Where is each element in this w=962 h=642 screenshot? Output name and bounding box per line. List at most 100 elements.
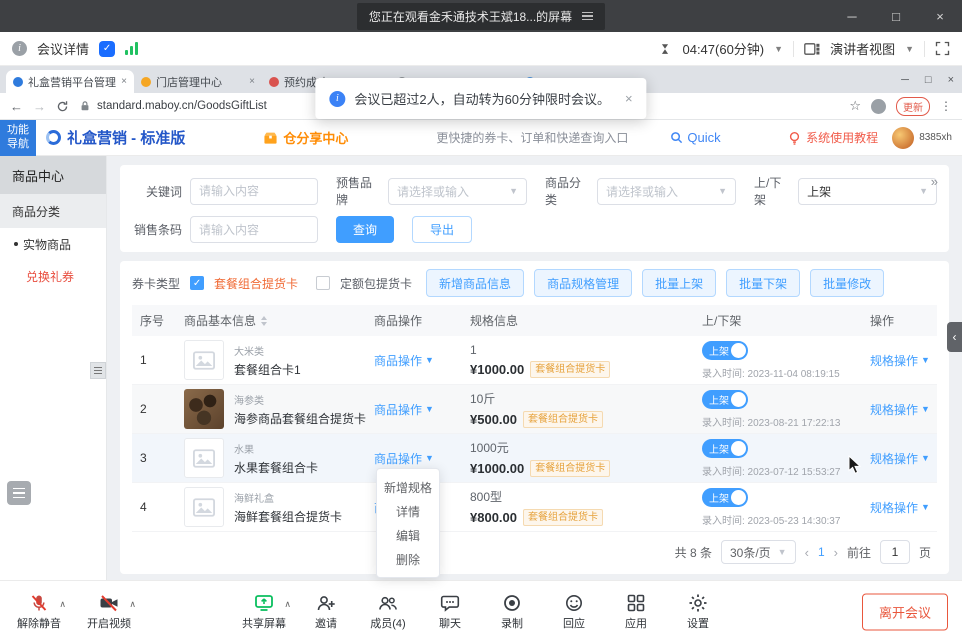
shelf-toggle[interactable]: 上架 (702, 390, 748, 409)
react-button[interactable]: 回应 (551, 593, 597, 631)
sidebar-item-physical-goods[interactable]: 实物商品 (0, 228, 106, 260)
product-category: 水果 (234, 441, 318, 456)
sidebar-collapse-handle[interactable] (90, 362, 106, 379)
share-screen-icon (254, 593, 274, 613)
add-product-button[interactable]: 新增商品信息 (426, 269, 524, 297)
shelf-toggle[interactable]: 上架 (702, 439, 748, 458)
camera-options-chevron-icon[interactable]: ∧ (129, 599, 136, 610)
spec-op-link[interactable]: 规格操作▼ (870, 450, 930, 467)
fullscreen-icon[interactable] (935, 41, 950, 56)
refresh-icon[interactable] (56, 100, 69, 113)
minimize-button[interactable]: ─ (830, 0, 874, 32)
browser-update-badge[interactable]: 更新 (896, 97, 930, 116)
price: ¥1000.00 (470, 461, 524, 476)
batch-edit-button[interactable]: 批量修改 (810, 269, 884, 297)
view-mode-label[interactable]: 演讲者视图 (830, 39, 895, 58)
back-icon[interactable]: ← (10, 99, 23, 114)
browser-profile-icon[interactable] (871, 99, 886, 114)
browser-maximize-button[interactable]: □ (925, 74, 932, 86)
filter-collapse-icon[interactable]: » (931, 174, 937, 189)
meeting-panel-expander[interactable]: ‹ (947, 322, 962, 352)
batch-off-shelf-button[interactable]: 批量下架 (726, 269, 800, 297)
security-shield-icon[interactable]: ✓ (99, 41, 115, 57)
menu-item-add-spec[interactable]: 新增规格 (377, 475, 439, 499)
share-screen-button[interactable]: 共享屏幕 ∧ (241, 593, 287, 631)
current-page[interactable]: 1 (818, 545, 825, 559)
bullet-icon (14, 242, 18, 246)
close-button[interactable]: × (918, 0, 962, 32)
share-options-chevron-icon[interactable]: ∧ (284, 599, 291, 610)
settings-button[interactable]: 设置 (675, 593, 721, 631)
category-select[interactable]: 请选择或输入 ▼ (597, 178, 736, 205)
product-op-link[interactable]: 商品操作▼ (374, 401, 434, 418)
shelf-toggle[interactable]: 上架 (702, 488, 748, 507)
product-op-link[interactable]: 商品操作▼ (374, 352, 434, 369)
start-video-button[interactable]: 开启视频 ∧ (86, 593, 132, 631)
product-category: 海参类 (234, 392, 366, 407)
prev-page-icon[interactable]: ‹ (805, 545, 809, 560)
page-size-select[interactable]: 30条/页 ▼ (721, 540, 796, 564)
search-button[interactable]: 查询 (336, 216, 394, 243)
apps-button[interactable]: 应用 (613, 593, 659, 631)
checkbox-fixed-label[interactable]: 定额包提货卡 (340, 275, 412, 292)
table-row[interactable]: 3 水果 水果套餐组合卡 (132, 434, 937, 483)
leave-meeting-button[interactable]: 离开会议 (862, 593, 948, 630)
browser-tab[interactable]: 门店管理中心 × (134, 70, 262, 93)
quick-search-link[interactable]: Quick (670, 130, 720, 145)
product-name: 水果套餐组合卡 (234, 459, 318, 476)
chat-button[interactable]: 聊天 (427, 593, 473, 631)
spec-op-link[interactable]: 规格操作▼ (870, 499, 930, 516)
next-page-icon[interactable]: › (834, 545, 838, 560)
view-chevron-down-icon[interactable]: ▼ (905, 44, 914, 54)
menu-item-delete[interactable]: 删除 (377, 547, 439, 571)
forward-icon[interactable]: → (33, 99, 46, 114)
shelf-toggle[interactable]: 上架 (702, 341, 748, 360)
table-row[interactable]: 4 海鲜礼盒 海鲜套餐组合提货卡 (132, 483, 937, 532)
record-button[interactable]: 录制 (489, 593, 535, 631)
browser-minimize-button[interactable]: ─ (901, 74, 909, 86)
export-button[interactable]: 导出 (412, 216, 472, 243)
sort-icon[interactable] (261, 316, 267, 326)
invite-button[interactable]: 邀请 (303, 593, 349, 631)
browser-tab-active[interactable]: 礼盒营销平台管理中心 × (6, 70, 134, 93)
spec-op-link[interactable]: 规格操作▼ (870, 401, 930, 418)
sidebar-item-exchange-voucher[interactable]: 兑换礼券 (0, 260, 106, 292)
menu-item-detail[interactable]: 详情 (377, 499, 439, 523)
keyword-input[interactable] (190, 178, 318, 205)
goto-page-input[interactable] (880, 540, 910, 564)
floating-list-button[interactable] (7, 481, 31, 505)
tab-close-icon[interactable]: × (249, 76, 255, 87)
feature-nav-button[interactable]: 功能导航 (0, 120, 36, 156)
members-button[interactable]: 成员(4) (365, 593, 411, 631)
browser-close-button[interactable]: × (948, 74, 954, 86)
toast-close-icon[interactable]: × (625, 91, 633, 106)
spec-op-link[interactable]: 规格操作▼ (870, 352, 930, 369)
product-op-link[interactable]: 商品操作▼ (374, 450, 434, 467)
tutorial-link[interactable]: 系统使用教程 (788, 129, 878, 146)
table-row[interactable]: 2 海参类 海参商品套餐组合提货卡 商品操作▼ (132, 385, 937, 434)
browser-menu-icon[interactable]: ⋮ (940, 99, 952, 113)
timer-chevron-down-icon[interactable]: ▼ (774, 44, 783, 54)
unmute-button[interactable]: 解除静音 ∧ (16, 593, 62, 631)
user-account[interactable]: 8385xh (892, 127, 952, 149)
table-row[interactable]: 1 大米类 套餐组合卡1 (132, 336, 937, 385)
barcode-input[interactable] (190, 216, 318, 243)
brand-select[interactable]: 请选择或输入 ▼ (388, 178, 527, 205)
meeting-details-label[interactable]: 会议详情 (37, 39, 89, 58)
bookmark-star-icon[interactable]: ☆ (849, 98, 861, 114)
header-basic-info[interactable]: 商品基本信息 (184, 312, 374, 329)
shelf-select[interactable]: 上架 ▼ (798, 178, 937, 205)
sidebar-item-product-center[interactable]: 商品中心 (0, 156, 106, 194)
checkbox-combo-label[interactable]: 套餐组合提货卡 (214, 275, 298, 292)
tab-close-icon[interactable]: × (121, 76, 127, 87)
sidebar-item-product-category[interactable]: 商品分类 (0, 194, 106, 228)
spec-manage-button[interactable]: 商品规格管理 (534, 269, 632, 297)
checkbox-fixed-card[interactable] (316, 276, 330, 290)
menu-icon[interactable] (582, 12, 593, 21)
share-center-link[interactable]: 仓分享中心 (263, 128, 348, 147)
menu-item-edit[interactable]: 编辑 (377, 523, 439, 547)
batch-on-shelf-button[interactable]: 批量上架 (642, 269, 716, 297)
checkbox-combo-card[interactable]: ✓ (190, 276, 204, 290)
maximize-button[interactable]: □ (874, 0, 918, 32)
mic-options-chevron-icon[interactable]: ∧ (59, 599, 66, 610)
